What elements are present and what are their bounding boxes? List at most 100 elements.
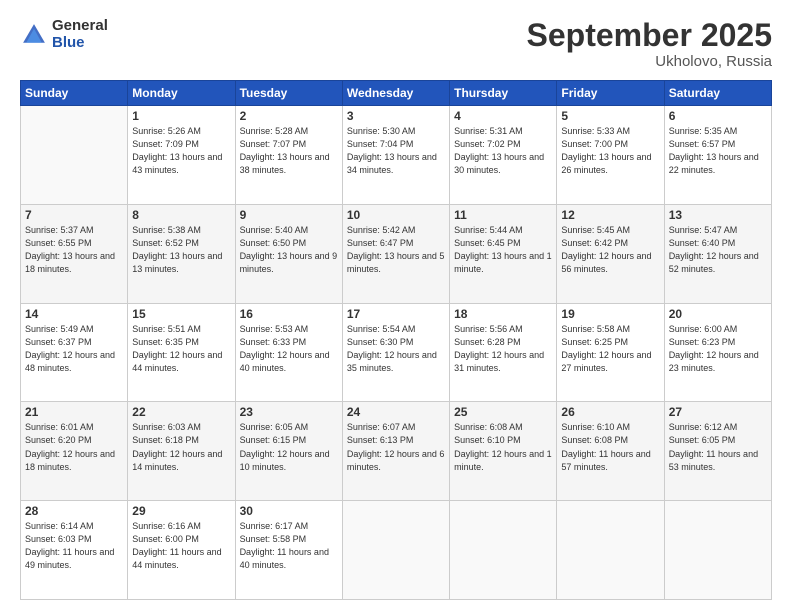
table-row: 15 Sunrise: 5:51 AM Sunset: 6:35 PM Dayli… xyxy=(128,303,235,402)
day-number: 28 xyxy=(25,504,123,518)
day-info: Sunrise: 5:44 AM Sunset: 6:45 PM Dayligh… xyxy=(454,224,552,276)
col-saturday: Saturday xyxy=(664,81,771,106)
day-info: Sunrise: 5:45 AM Sunset: 6:42 PM Dayligh… xyxy=(561,224,659,276)
day-info: Sunrise: 5:28 AM Sunset: 7:07 PM Dayligh… xyxy=(240,125,338,177)
col-monday: Monday xyxy=(128,81,235,106)
day-number: 18 xyxy=(454,307,552,321)
calendar-table: Sunday Monday Tuesday Wednesday Thursday… xyxy=(20,80,772,600)
calendar-week-row: 14 Sunrise: 5:49 AM Sunset: 6:37 PM Dayli… xyxy=(21,303,772,402)
day-number: 1 xyxy=(132,109,230,123)
day-info: Sunrise: 5:31 AM Sunset: 7:02 PM Dayligh… xyxy=(454,125,552,177)
table-row: 14 Sunrise: 5:49 AM Sunset: 6:37 PM Dayli… xyxy=(21,303,128,402)
table-row: 20 Sunrise: 6:00 AM Sunset: 6:23 PM Dayli… xyxy=(664,303,771,402)
col-wednesday: Wednesday xyxy=(342,81,449,106)
day-number: 29 xyxy=(132,504,230,518)
table-row: 2 Sunrise: 5:28 AM Sunset: 7:07 PM Daylig… xyxy=(235,106,342,205)
day-info: Sunrise: 6:03 AM Sunset: 6:18 PM Dayligh… xyxy=(132,421,230,473)
day-number: 8 xyxy=(132,208,230,222)
table-row: 11 Sunrise: 5:44 AM Sunset: 6:45 PM Dayli… xyxy=(450,204,557,303)
day-info: Sunrise: 5:30 AM Sunset: 7:04 PM Dayligh… xyxy=(347,125,445,177)
location: Ukholovo, Russia xyxy=(527,53,772,70)
day-info: Sunrise: 6:16 AM Sunset: 6:00 PM Dayligh… xyxy=(132,520,230,572)
day-info: Sunrise: 5:58 AM Sunset: 6:25 PM Dayligh… xyxy=(561,323,659,375)
table-row: 23 Sunrise: 6:05 AM Sunset: 6:15 PM Dayli… xyxy=(235,402,342,501)
day-number: 5 xyxy=(561,109,659,123)
day-number: 2 xyxy=(240,109,338,123)
day-number: 23 xyxy=(240,405,338,419)
day-number: 17 xyxy=(347,307,445,321)
day-info: Sunrise: 6:12 AM Sunset: 6:05 PM Dayligh… xyxy=(669,421,767,473)
day-number: 12 xyxy=(561,208,659,222)
day-number: 11 xyxy=(454,208,552,222)
table-row xyxy=(557,501,664,600)
table-row: 8 Sunrise: 5:38 AM Sunset: 6:52 PM Daylig… xyxy=(128,204,235,303)
table-row: 27 Sunrise: 6:12 AM Sunset: 6:05 PM Dayli… xyxy=(664,402,771,501)
day-info: Sunrise: 6:05 AM Sunset: 6:15 PM Dayligh… xyxy=(240,421,338,473)
day-info: Sunrise: 5:49 AM Sunset: 6:37 PM Dayligh… xyxy=(25,323,123,375)
logo: General Blue xyxy=(20,18,108,51)
day-number: 16 xyxy=(240,307,338,321)
table-row: 26Sunrise: 6:10 AM Sunset: 6:08 PM Dayli… xyxy=(557,402,664,501)
day-info: Sunrise: 5:38 AM Sunset: 6:52 PM Dayligh… xyxy=(132,224,230,276)
logo-icon xyxy=(20,21,48,49)
table-row: 21Sunrise: 6:01 AM Sunset: 6:20 PM Dayli… xyxy=(21,402,128,501)
table-row: 1 Sunrise: 5:26 AM Sunset: 7:09 PM Daylig… xyxy=(128,106,235,205)
day-info: Sunrise: 5:33 AM Sunset: 7:00 PM Dayligh… xyxy=(561,125,659,177)
table-row: 29 Sunrise: 6:16 AM Sunset: 6:00 PM Dayli… xyxy=(128,501,235,600)
table-row: 5 Sunrise: 5:33 AM Sunset: 7:00 PM Daylig… xyxy=(557,106,664,205)
table-row: 3 Sunrise: 5:30 AM Sunset: 7:04 PM Daylig… xyxy=(342,106,449,205)
table-row xyxy=(664,501,771,600)
table-row: 19 Sunrise: 5:58 AM Sunset: 6:25 PM Dayli… xyxy=(557,303,664,402)
day-number: 27 xyxy=(669,405,767,419)
day-info: Sunrise: 6:17 AM Sunset: 5:58 PM Dayligh… xyxy=(240,520,338,572)
day-info: Sunrise: 5:54 AM Sunset: 6:30 PM Dayligh… xyxy=(347,323,445,375)
day-info: Sunrise: 5:47 AM Sunset: 6:40 PM Dayligh… xyxy=(669,224,767,276)
day-info: Sunrise: 5:51 AM Sunset: 6:35 PM Dayligh… xyxy=(132,323,230,375)
day-number: 9 xyxy=(240,208,338,222)
table-row: 24Sunrise: 6:07 AM Sunset: 6:13 PM Dayli… xyxy=(342,402,449,501)
day-number: 10 xyxy=(347,208,445,222)
day-info: Sunrise: 5:37 AM Sunset: 6:55 PM Dayligh… xyxy=(25,224,123,276)
day-info: Sunrise: 6:01 AM Sunset: 6:20 PM Dayligh… xyxy=(25,421,123,473)
day-info: Sunrise: 5:53 AM Sunset: 6:33 PM Dayligh… xyxy=(240,323,338,375)
day-number: 22 xyxy=(132,405,230,419)
table-row: 13Sunrise: 5:47 AM Sunset: 6:40 PM Dayli… xyxy=(664,204,771,303)
day-number: 26 xyxy=(561,405,659,419)
day-info: Sunrise: 5:26 AM Sunset: 7:09 PM Dayligh… xyxy=(132,125,230,177)
table-row: 18 Sunrise: 5:56 AM Sunset: 6:28 PM Dayli… xyxy=(450,303,557,402)
col-friday: Friday xyxy=(557,81,664,106)
calendar-week-row: 21Sunrise: 6:01 AM Sunset: 6:20 PM Dayli… xyxy=(21,402,772,501)
table-row: 30Sunrise: 6:17 AM Sunset: 5:58 PM Dayli… xyxy=(235,501,342,600)
day-info: Sunrise: 6:08 AM Sunset: 6:10 PM Dayligh… xyxy=(454,421,552,473)
table-row: 25 Sunrise: 6:08 AM Sunset: 6:10 PM Dayli… xyxy=(450,402,557,501)
table-row xyxy=(342,501,449,600)
logo-general-text: General xyxy=(52,18,108,35)
col-sunday: Sunday xyxy=(21,81,128,106)
table-row: 4 Sunrise: 5:31 AM Sunset: 7:02 PM Daylig… xyxy=(450,106,557,205)
calendar-week-row: 28Sunrise: 6:14 AM Sunset: 6:03 PM Dayli… xyxy=(21,501,772,600)
table-row: 7Sunrise: 5:37 AM Sunset: 6:55 PM Daylig… xyxy=(21,204,128,303)
col-thursday: Thursday xyxy=(450,81,557,106)
table-row xyxy=(21,106,128,205)
table-row: 6 Sunrise: 5:35 AM Sunset: 6:57 PM Daylig… xyxy=(664,106,771,205)
day-number: 4 xyxy=(454,109,552,123)
day-number: 14 xyxy=(25,307,123,321)
day-number: 6 xyxy=(669,109,767,123)
calendar-header-row: Sunday Monday Tuesday Wednesday Thursday… xyxy=(21,81,772,106)
day-info: Sunrise: 5:35 AM Sunset: 6:57 PM Dayligh… xyxy=(669,125,767,177)
month-title: September 2025 xyxy=(527,18,772,53)
day-number: 20 xyxy=(669,307,767,321)
day-number: 25 xyxy=(454,405,552,419)
day-number: 15 xyxy=(132,307,230,321)
day-info: Sunrise: 6:00 AM Sunset: 6:23 PM Dayligh… xyxy=(669,323,767,375)
table-row xyxy=(450,501,557,600)
day-info: Sunrise: 5:56 AM Sunset: 6:28 PM Dayligh… xyxy=(454,323,552,375)
day-number: 19 xyxy=(561,307,659,321)
day-number: 3 xyxy=(347,109,445,123)
table-row: 10 Sunrise: 5:42 AM Sunset: 6:47 PM Dayli… xyxy=(342,204,449,303)
calendar-week-row: 1 Sunrise: 5:26 AM Sunset: 7:09 PM Daylig… xyxy=(21,106,772,205)
day-info: Sunrise: 5:42 AM Sunset: 6:47 PM Dayligh… xyxy=(347,224,445,276)
table-row: 9 Sunrise: 5:40 AM Sunset: 6:50 PM Daylig… xyxy=(235,204,342,303)
day-info: Sunrise: 5:40 AM Sunset: 6:50 PM Dayligh… xyxy=(240,224,338,276)
page-header: General Blue September 2025 Ukholovo, Ru… xyxy=(20,18,772,70)
